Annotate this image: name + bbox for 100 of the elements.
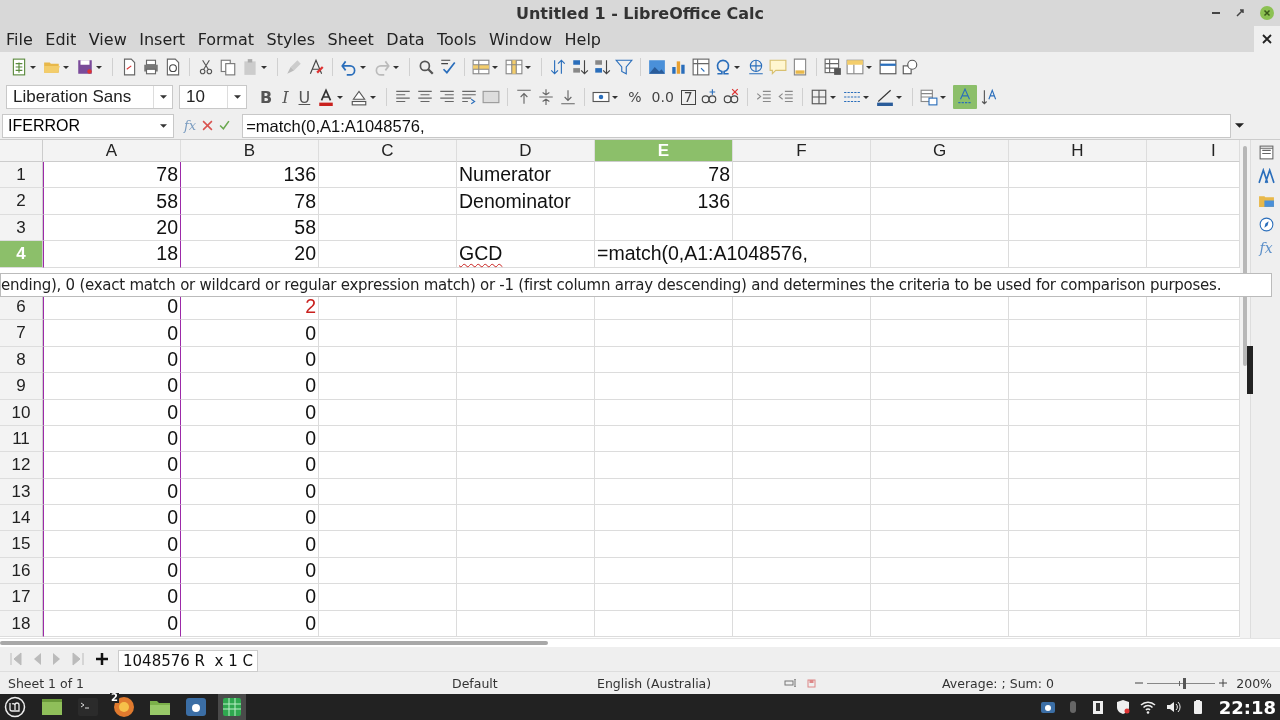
table-cell[interactable] <box>319 610 457 638</box>
add-sheet-icon[interactable] <box>96 652 108 666</box>
table-cell[interactable] <box>595 584 733 611</box>
table-cell[interactable] <box>457 610 595 638</box>
table-cell[interactable] <box>733 557 871 585</box>
dropdown-caret-icon[interactable] <box>370 95 377 99</box>
table-cell[interactable]: 0 <box>43 505 181 532</box>
table-cell[interactable] <box>457 531 595 558</box>
copy-icon[interactable] <box>219 58 237 76</box>
cancel-icon[interactable] <box>202 120 214 131</box>
table-cell[interactable] <box>457 557 595 585</box>
sidebar-handle[interactable] <box>1247 346 1253 394</box>
styles-icon[interactable] <box>1257 168 1275 185</box>
dropdown-caret-icon[interactable] <box>829 95 836 99</box>
table-cell[interactable] <box>733 452 871 479</box>
dropdown-caret-icon[interactable] <box>734 65 740 69</box>
table-cell[interactable] <box>1009 584 1147 611</box>
table-cell[interactable] <box>595 320 733 347</box>
volume-icon[interactable] <box>1164 699 1181 715</box>
sort-icon[interactable] <box>549 58 567 76</box>
table-cell[interactable] <box>1009 610 1147 638</box>
table-cell[interactable] <box>595 531 733 558</box>
dropdown-caret-icon[interactable] <box>612 95 619 99</box>
table-cell[interactable] <box>457 478 595 506</box>
row-header[interactable]: 14 <box>0 505 43 532</box>
table-cell[interactable] <box>733 584 871 611</box>
table-cell[interactable]: 0 <box>181 373 319 400</box>
dropdown-caret-icon[interactable] <box>337 95 344 99</box>
name-box[interactable]: IFERROR <box>2 113 174 138</box>
table-cell[interactable] <box>319 557 457 585</box>
table-cell[interactable]: 78 <box>181 188 319 215</box>
table-cell[interactable]: 136 <box>595 188 733 215</box>
table-cell[interactable] <box>733 162 871 189</box>
table-cell[interactable]: 0 <box>181 478 319 506</box>
merge-cells-icon[interactable] <box>482 88 501 106</box>
menu-item[interactable]: Edit <box>45 29 77 49</box>
clear-formatting-icon[interactable] <box>307 58 325 76</box>
row-header[interactable]: 1 <box>0 162 43 189</box>
table-cell[interactable] <box>319 399 457 426</box>
table-cell[interactable] <box>595 346 733 374</box>
table-cell[interactable] <box>733 346 871 374</box>
maximize-icon[interactable] <box>1236 9 1244 17</box>
table-cell[interactable]: 0 <box>43 399 181 426</box>
vertical-scrollbar[interactable] <box>1243 146 1247 366</box>
table-cell[interactable] <box>733 531 871 558</box>
table-cell[interactable] <box>595 505 733 532</box>
table-cell[interactable] <box>319 346 457 374</box>
row-header[interactable]: 8 <box>0 346 43 374</box>
table-cell[interactable] <box>1009 188 1147 215</box>
table-cell[interactable] <box>457 452 595 479</box>
table-cell[interactable] <box>871 214 1009 242</box>
dropdown-caret-icon[interactable] <box>862 95 869 99</box>
dropdown-caret-icon[interactable] <box>525 65 531 69</box>
table-cell[interactable]: 0 <box>181 425 319 453</box>
dropdown-caret-icon[interactable] <box>63 65 69 69</box>
table-cell[interactable] <box>457 373 595 400</box>
pivot-table-icon[interactable] <box>692 58 710 76</box>
number-format-button[interactable]: % <box>625 89 645 105</box>
highlight-icon[interactable] <box>350 88 369 106</box>
row-header[interactable]: 17 <box>0 584 43 611</box>
table-cell[interactable]: 20 <box>43 214 181 242</box>
table-cell[interactable]: 58 <box>43 188 181 215</box>
table-cell[interactable] <box>457 346 595 374</box>
navigator-icon[interactable] <box>1257 216 1275 233</box>
text-style-button[interactable]: I <box>279 87 292 107</box>
table-cell[interactable] <box>457 584 595 611</box>
font-color-icon[interactable] <box>317 88 336 106</box>
text-direction-icon[interactable] <box>980 88 999 106</box>
table-cell[interactable] <box>319 584 457 611</box>
row-header[interactable]: 9 <box>0 373 43 400</box>
split-window-icon[interactable] <box>879 58 897 76</box>
table-cell[interactable]: 78 <box>43 162 181 189</box>
find-replace-icon[interactable] <box>417 58 435 76</box>
print-icon[interactable] <box>142 58 160 76</box>
table-cell[interactable]: Numerator <box>457 162 595 189</box>
table-cell[interactable] <box>1009 214 1147 242</box>
table-cell[interactable] <box>871 188 1009 215</box>
shapes-icon[interactable] <box>901 58 919 76</box>
table-cell[interactable]: 0 <box>43 425 181 453</box>
table-cell[interactable] <box>871 584 1009 611</box>
add-decimal-icon[interactable] <box>699 88 718 106</box>
table-cell[interactable] <box>1009 320 1147 347</box>
sort-descending-icon[interactable] <box>593 58 611 76</box>
table-cell[interactable] <box>1009 478 1147 506</box>
minimize-icon[interactable] <box>1212 11 1220 15</box>
table-cell[interactable] <box>733 505 871 532</box>
dropdown-caret-icon[interactable] <box>866 65 872 69</box>
dropdown-caret-icon[interactable] <box>233 95 241 99</box>
dropdown-caret-icon[interactable] <box>159 95 167 99</box>
menu-item[interactable]: File <box>6 29 33 49</box>
table-cell[interactable] <box>733 373 871 400</box>
table-cell[interactable] <box>1009 452 1147 479</box>
table-cell[interactable] <box>319 425 457 453</box>
dropdown-caret-icon[interactable] <box>30 65 36 69</box>
table-cell[interactable]: 0 <box>43 373 181 400</box>
table-cell[interactable] <box>595 399 733 426</box>
borders-icon[interactable] <box>809 88 828 106</box>
table-cell[interactable]: 0 <box>43 478 181 506</box>
close-document-icon[interactable] <box>1262 34 1272 44</box>
hyperlink-icon[interactable] <box>747 58 765 76</box>
